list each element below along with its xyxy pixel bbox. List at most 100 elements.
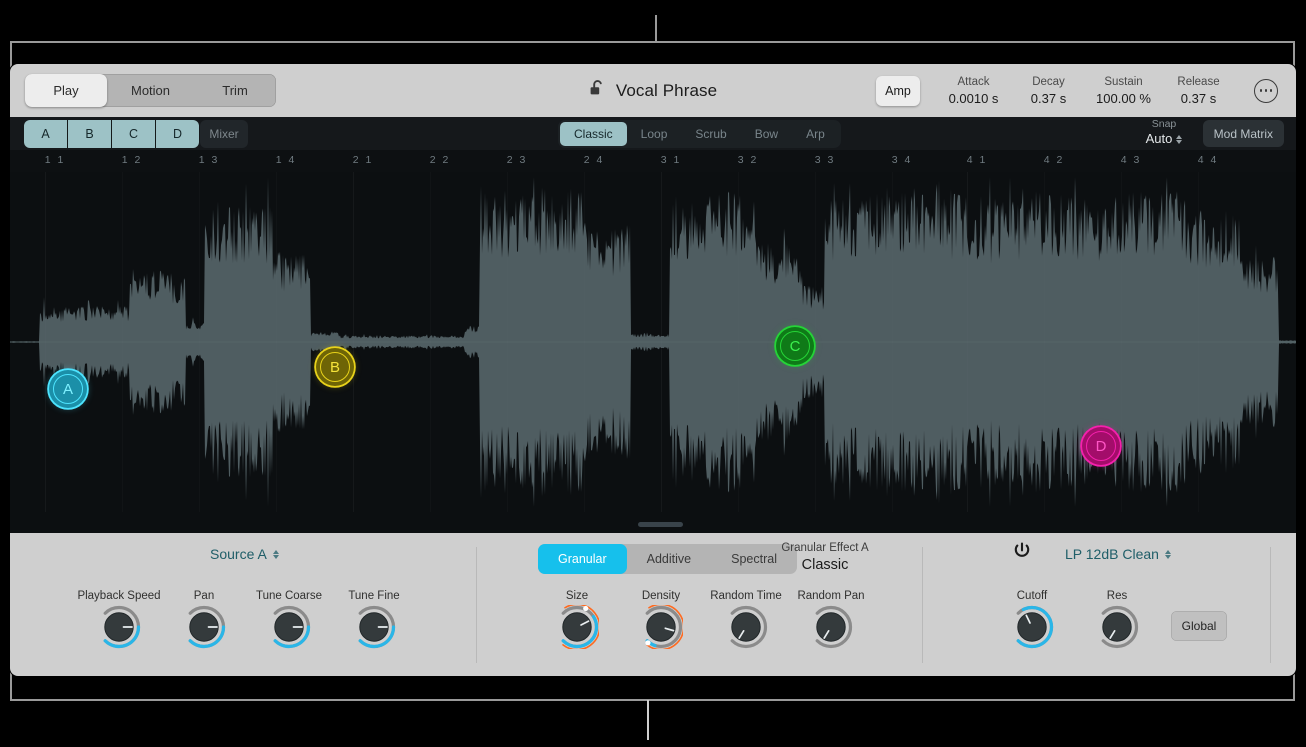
ruler-tick: 2 3: [506, 154, 528, 166]
knob-cap[interactable]: [1102, 612, 1132, 642]
tab-motion[interactable]: Motion: [107, 74, 194, 107]
panel-divider-1: [476, 547, 477, 663]
tab-trim[interactable]: Trim: [194, 74, 276, 107]
ruler-tick: 1 2: [121, 154, 143, 166]
ruler-tick: 4 4: [1197, 154, 1219, 166]
mode-bow[interactable]: Bow: [741, 122, 792, 146]
envelope-sustain[interactable]: Sustain 100.00 %: [1086, 75, 1161, 107]
knob-mod-handle[interactable]: [645, 640, 651, 646]
knob-cap[interactable]: [731, 612, 761, 642]
amp-envelope-group: Amp Attack 0.0010 s Decay 0.37 s Sustain…: [876, 64, 1278, 117]
chevron-updown-icon[interactable]: [1164, 549, 1171, 559]
snap-label: Snap: [1151, 118, 1177, 130]
source-selector-title[interactable]: Source A: [210, 546, 279, 562]
ruler-tick: 4 3: [1120, 154, 1142, 166]
knob-label: Tune Fine: [348, 590, 400, 602]
knob-playback-speed[interactable]: [97, 605, 141, 649]
source-button-a[interactable]: A: [24, 120, 68, 148]
granular-effect-value: Classic: [801, 557, 849, 573]
ruler-tick: 2 4: [583, 154, 605, 166]
knob-cap[interactable]: [646, 612, 676, 642]
knob-pan[interactable]: [182, 605, 226, 649]
source-marker-a[interactable]: A: [49, 370, 87, 408]
engine-granular[interactable]: Granular: [538, 544, 627, 574]
power-icon[interactable]: [1013, 541, 1031, 565]
knob-label: Size: [565, 590, 589, 602]
knob-label: Res: [1106, 590, 1128, 602]
ruler-tick: 1 4: [275, 154, 297, 166]
knob-group-source: Playback Speed: [74, 590, 164, 649]
panel-divider-3: [1270, 547, 1271, 663]
knob-cap[interactable]: [816, 612, 846, 642]
snap-control[interactable]: Snap Auto: [1132, 118, 1196, 147]
source-button-b[interactable]: B: [68, 120, 112, 148]
knob-cutoff[interactable]: [1010, 605, 1054, 649]
ruler-tick: 2 1: [352, 154, 374, 166]
global-button[interactable]: Global: [1171, 611, 1227, 641]
engine-additive[interactable]: Additive: [627, 544, 711, 574]
source-title-text: Source A: [210, 546, 267, 562]
mode-arp[interactable]: Arp: [792, 122, 839, 146]
panel-divider-2: [922, 547, 923, 663]
source-button-d[interactable]: D: [156, 120, 199, 148]
mode-loop[interactable]: Loop: [627, 122, 682, 146]
envelope-decay[interactable]: Decay 0.37 s: [1011, 75, 1086, 107]
knob-cap[interactable]: [1017, 612, 1047, 642]
granular-effect-label: Granular Effect A: [781, 542, 869, 554]
source-toolbar: A B C D Mixer Classic Loop Scrub Bow Arp…: [10, 117, 1296, 150]
screen-root: Play Motion Trim Vocal Phrase Amp Attack…: [0, 0, 1306, 747]
knob-group-granular: Random Pan: [786, 590, 876, 649]
envelope-release[interactable]: Release 0.37 s: [1161, 75, 1236, 107]
source-button-c[interactable]: C: [112, 120, 156, 148]
envelope-attack-value: 0.0010 s: [948, 90, 999, 106]
envelope-release-value: 0.37 s: [1180, 90, 1217, 106]
knob-density[interactable]: [639, 603, 685, 651]
source-marker-b[interactable]: B: [316, 348, 354, 386]
ruler-tick: 2 2: [429, 154, 451, 166]
envelope-sustain-value: 100.00 %: [1096, 90, 1151, 106]
knob-cap[interactable]: [562, 612, 592, 642]
knob-random-pan[interactable]: [809, 605, 853, 649]
knob-size[interactable]: [555, 603, 601, 651]
mixer-button[interactable]: Mixer: [200, 120, 248, 148]
knob-label: Pan: [193, 590, 215, 602]
knob-random-time[interactable]: [724, 605, 768, 649]
unlocked-padlock-icon[interactable]: [589, 79, 606, 103]
tab-play[interactable]: Play: [25, 74, 107, 107]
filter-type-selector[interactable]: LP 12dB Clean: [1065, 546, 1171, 562]
frame-tick-bottom: [647, 700, 649, 740]
marker-label: B: [329, 358, 340, 376]
marker-label: C: [789, 337, 801, 355]
waveform-display[interactable]: 1 1 1 2 1 3 1 4 2 1 2 2 2 3 2 4 3 1 3 2 3 3 3 4 4 1 4…: [10, 150, 1296, 533]
knob-tune-fine[interactable]: [352, 605, 396, 649]
knob-tune-coarse[interactable]: [267, 605, 311, 649]
granular-effect-readout[interactable]: Granular Effect A Classic: [750, 541, 900, 575]
snap-value-row[interactable]: Auto: [1132, 131, 1196, 147]
knob-group-filter: Res: [1072, 590, 1162, 649]
playback-mode-segmented-control[interactable]: Classic Loop Scrub Bow Arp: [558, 120, 841, 148]
knob-mod-handle[interactable]: [583, 605, 589, 612]
knob-group-granular: Density: [616, 590, 706, 651]
amp-button[interactable]: Amp: [876, 75, 920, 106]
more-options-icon[interactable]: [1254, 78, 1278, 103]
source-marker-c[interactable]: C: [776, 327, 814, 365]
bar-ruler[interactable]: 1 1 1 2 1 3 1 4 2 1 2 2 2 3 2 4 3 1 3 2 3 3 3 4 4 1 4…: [10, 150, 1296, 172]
envelope-decay-label: Decay: [1032, 75, 1065, 88]
envelope-sustain-label: Sustain: [1104, 75, 1143, 88]
source-marker-d[interactable]: D: [1082, 427, 1120, 465]
knob-label: Density: [641, 590, 681, 602]
envelope-decay-value: 0.37 s: [1030, 90, 1067, 106]
chevron-updown-icon[interactable]: [272, 549, 279, 559]
view-mode-segmented-control[interactable]: Play Motion Trim: [25, 74, 277, 107]
mode-scrub[interactable]: Scrub: [681, 122, 740, 146]
chevron-updown-icon[interactable]: [1176, 134, 1183, 144]
marker-label: A: [62, 380, 73, 398]
mode-classic[interactable]: Classic: [560, 122, 627, 146]
plugin-toolbar: Play Motion Trim Vocal Phrase Amp Attack…: [10, 64, 1296, 117]
knob-label: Cutoff: [1016, 590, 1048, 602]
source-selector-group[interactable]: A B C D: [24, 120, 199, 148]
waveform-scroll-handle[interactable]: [638, 522, 683, 527]
mod-matrix-button[interactable]: Mod Matrix: [1202, 120, 1284, 147]
knob-res[interactable]: [1095, 605, 1139, 649]
envelope-attack[interactable]: Attack 0.0010 s: [936, 75, 1011, 107]
